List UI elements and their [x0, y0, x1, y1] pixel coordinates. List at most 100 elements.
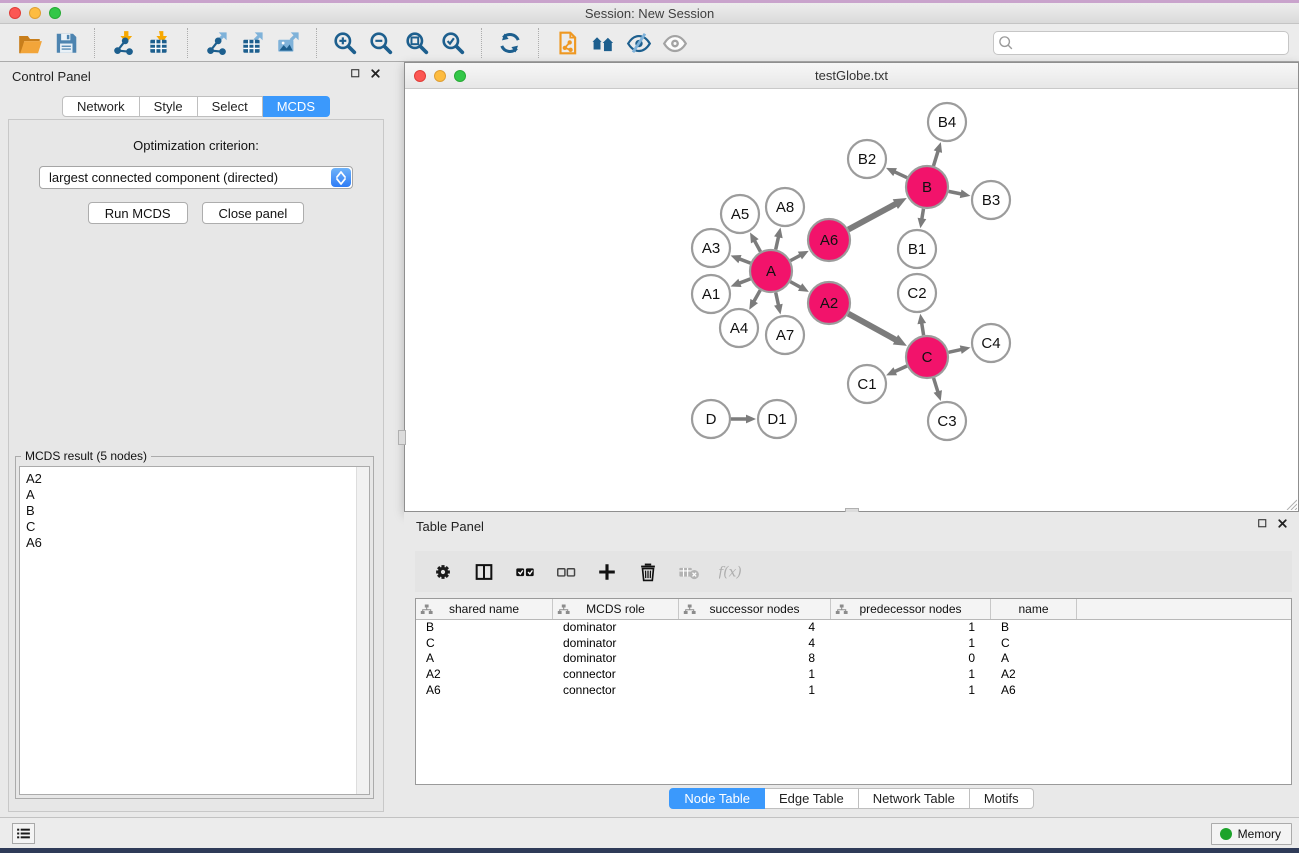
- tab-mcds[interactable]: MCDS: [263, 96, 330, 117]
- cell-predecessor-nodes[interactable]: 0: [831, 651, 991, 667]
- column-header-predecessor-nodes[interactable]: predecessor nodes: [831, 599, 991, 619]
- edge-B-B4[interactable]: [933, 142, 942, 166]
- edge-D-D1[interactable]: [731, 415, 756, 424]
- cell-MCDS-role[interactable]: dominator: [553, 651, 679, 667]
- export-image-button[interactable]: [270, 28, 306, 58]
- window-resize-grip[interactable]: [1285, 498, 1297, 510]
- search-input[interactable]: [993, 31, 1289, 55]
- table-row[interactable]: A6connector11A6: [416, 683, 1291, 699]
- tab-style[interactable]: Style: [140, 96, 198, 117]
- mcds-result-item[interactable]: A2: [20, 471, 369, 487]
- node-A8[interactable]: A8: [766, 188, 804, 226]
- edge-B-B3[interactable]: [949, 190, 971, 199]
- edge-C-C1[interactable]: [886, 366, 907, 375]
- delete-column-button[interactable]: [636, 560, 660, 584]
- delete-table-button[interactable]: [677, 560, 701, 584]
- edge-B-B1[interactable]: [918, 209, 927, 229]
- splitter-handle-left[interactable]: [398, 430, 406, 445]
- cell-successor-nodes[interactable]: 1: [679, 683, 831, 699]
- node-B[interactable]: B: [906, 166, 948, 208]
- float-table-panel-icon[interactable]: [1256, 517, 1269, 535]
- add-column-button[interactable]: [595, 560, 619, 584]
- cell-successor-nodes[interactable]: 8: [679, 651, 831, 667]
- import-table-button[interactable]: [141, 28, 177, 58]
- close-table-panel-icon[interactable]: [1276, 517, 1289, 535]
- cell-name[interactable]: A2: [991, 667, 1077, 683]
- table-row[interactable]: Adominator80A: [416, 651, 1291, 667]
- node-D[interactable]: D: [692, 400, 730, 438]
- show-all-button[interactable]: [657, 28, 693, 58]
- edge-A-A2[interactable]: [790, 282, 809, 292]
- mcds-result-item[interactable]: C: [20, 519, 369, 535]
- first-neighbors-button[interactable]: [585, 28, 621, 58]
- new-network-from-selection-button[interactable]: [549, 28, 585, 58]
- cell-name[interactable]: B: [991, 620, 1077, 636]
- tab-motifs[interactable]: Motifs: [970, 788, 1034, 809]
- task-history-button[interactable]: [12, 823, 35, 844]
- cell-predecessor-nodes[interactable]: 1: [831, 636, 991, 652]
- column-header-MCDS-role[interactable]: MCDS role: [553, 599, 679, 619]
- close-panel-icon[interactable]: [369, 67, 382, 85]
- node-B3[interactable]: B3: [972, 181, 1010, 219]
- edge-C-C2[interactable]: [917, 314, 926, 336]
- cell-MCDS-role[interactable]: connector: [553, 683, 679, 699]
- cell-name[interactable]: A6: [991, 683, 1077, 699]
- node-A4[interactable]: A4: [720, 309, 758, 347]
- edge-A-A4[interactable]: [749, 290, 760, 310]
- cell-name[interactable]: C: [991, 636, 1077, 652]
- export-network-button[interactable]: [198, 28, 234, 58]
- table-row[interactable]: Bdominator41B: [416, 620, 1291, 636]
- node-B1[interactable]: B1: [898, 230, 936, 268]
- cell-predecessor-nodes[interactable]: 1: [831, 683, 991, 699]
- node-A7[interactable]: A7: [766, 316, 804, 354]
- edge-A-A7[interactable]: [774, 292, 783, 314]
- zoom-selected-button[interactable]: [435, 28, 471, 58]
- node-A3[interactable]: A3: [692, 229, 730, 267]
- cell-shared-name[interactable]: A2: [416, 667, 553, 683]
- node-A6[interactable]: A6: [808, 219, 850, 261]
- export-table-button[interactable]: [234, 28, 270, 58]
- node-B2[interactable]: B2: [848, 140, 886, 178]
- mcds-result-item[interactable]: B: [20, 503, 369, 519]
- cell-successor-nodes[interactable]: 4: [679, 620, 831, 636]
- gear-button[interactable]: [431, 560, 455, 584]
- list-scrollbar[interactable]: [356, 467, 369, 794]
- run-mcds-button[interactable]: Run MCDS: [88, 202, 188, 224]
- cell-MCDS-role[interactable]: connector: [553, 667, 679, 683]
- deselect-all-button[interactable]: [554, 560, 578, 584]
- table-row[interactable]: Cdominator41C: [416, 636, 1291, 652]
- split-columns-button[interactable]: [472, 560, 496, 584]
- cell-successor-nodes[interactable]: 4: [679, 636, 831, 652]
- column-header-successor-nodes[interactable]: successor nodes: [679, 599, 831, 619]
- mcds-result-item[interactable]: A6: [20, 535, 369, 551]
- select-all-button[interactable]: [513, 560, 537, 584]
- column-header-name[interactable]: name: [991, 599, 1077, 619]
- edge-A-A6[interactable]: [790, 251, 808, 261]
- cell-shared-name[interactable]: B: [416, 620, 553, 636]
- cell-predecessor-nodes[interactable]: 1: [831, 667, 991, 683]
- node-C1[interactable]: C1: [848, 365, 886, 403]
- edge-A-A1[interactable]: [731, 279, 751, 287]
- open-file-button[interactable]: [12, 28, 48, 58]
- tab-node-table[interactable]: Node Table: [669, 788, 765, 809]
- edge-A-A3[interactable]: [731, 255, 751, 263]
- memory-button[interactable]: Memory: [1211, 823, 1292, 845]
- close-panel-button[interactable]: Close panel: [202, 202, 305, 224]
- table-row[interactable]: A2connector11A2: [416, 667, 1291, 683]
- cell-shared-name[interactable]: A: [416, 651, 553, 667]
- tab-network-table[interactable]: Network Table: [859, 788, 970, 809]
- cell-MCDS-role[interactable]: dominator: [553, 620, 679, 636]
- mcds-result-item[interactable]: A: [20, 487, 369, 503]
- edge-A-A8[interactable]: [774, 228, 783, 250]
- zoom-fit-button[interactable]: [399, 28, 435, 58]
- node-C4[interactable]: C4: [972, 324, 1010, 362]
- node-A2[interactable]: A2: [808, 282, 850, 324]
- edge-A2-C[interactable]: [848, 314, 907, 346]
- cell-MCDS-role[interactable]: dominator: [553, 636, 679, 652]
- function-builder-button[interactable]: f(x): [718, 560, 742, 584]
- column-header-shared-name[interactable]: shared name: [416, 599, 553, 619]
- import-network-button[interactable]: [105, 28, 141, 58]
- graph-canvas[interactable]: A5A8A3A1A4A7AA6A2B2B4BB3B1C2C4CC1C3DD1: [405, 90, 1298, 511]
- zoom-in-button[interactable]: [327, 28, 363, 58]
- edge-C-C3[interactable]: [934, 378, 942, 401]
